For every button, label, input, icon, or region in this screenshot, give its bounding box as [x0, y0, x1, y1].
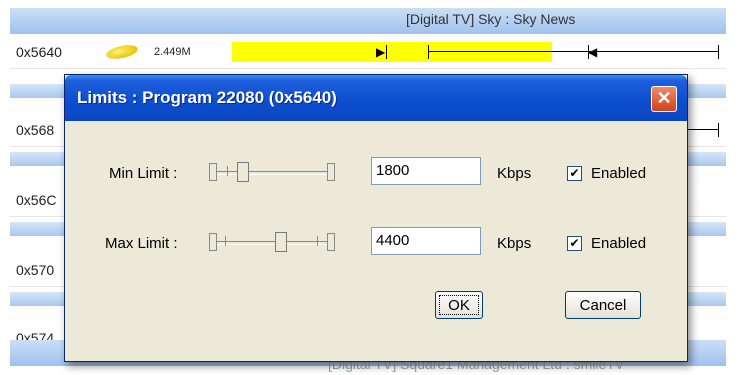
range-line	[428, 51, 718, 52]
max-tick	[718, 45, 719, 59]
min-limit-unit: Kbps	[497, 165, 532, 182]
dialog-body: Min Limit : 1800 Kbps ✔ Enabled Max Limi…	[65, 121, 687, 361]
slider-endcap	[327, 233, 335, 251]
pid-label: 0x5640	[16, 44, 62, 60]
close-icon: ✕	[656, 88, 672, 108]
max-enabled-checkbox[interactable]: ✔	[567, 236, 582, 251]
min-enabled-checkbox[interactable]: ✔	[567, 166, 582, 181]
bitrate-value: 2.449M	[154, 46, 191, 58]
ok-button[interactable]: OK	[435, 291, 483, 319]
dialog-titlebar[interactable]: Limits : Program 22080 (0x5640) ✕	[65, 75, 687, 121]
dialog-title: Limits : Program 22080 (0x5640)	[77, 88, 337, 107]
pid-label: 0x568	[16, 122, 55, 138]
slider-tick	[317, 236, 318, 246]
limit-marker-line	[588, 45, 589, 59]
slider-tick	[225, 236, 226, 246]
bitrate-bar	[232, 42, 552, 62]
max-limit-unit: Kbps	[497, 235, 532, 252]
channel-header-sky-news[interactable]: [Digital TV] Sky : Sky News	[10, 8, 726, 34]
close-button[interactable]: ✕	[651, 86, 677, 112]
bitrate-blob-icon	[105, 42, 139, 62]
min-limit-label: Min Limit :	[109, 165, 178, 182]
current-marker-icon: ▶	[376, 45, 386, 59]
min-tick	[428, 45, 429, 59]
limits-dialog: Limits : Program 22080 (0x5640) ✕ Min Li…	[64, 74, 688, 362]
slider-track	[213, 171, 331, 175]
max-enabled-label[interactable]: Enabled	[591, 235, 646, 252]
current-marker-line	[386, 45, 387, 59]
max-limit-input[interactable]: 4400	[371, 227, 481, 255]
max-limit-slider-thumb[interactable]	[275, 232, 287, 252]
pid-label: 0x570	[16, 262, 55, 278]
max-limit-slider[interactable]	[209, 231, 335, 253]
channel-header-label: [Digital TV] Sky : Sky News	[406, 11, 576, 27]
slider-endcap	[209, 233, 217, 251]
min-enabled-label[interactable]: Enabled	[591, 165, 646, 182]
slider-endcap	[327, 163, 335, 181]
limit-marker-icon: ◀	[588, 45, 598, 59]
pid-label: 0x56C	[16, 192, 57, 208]
slider-track	[213, 241, 331, 245]
min-limit-slider-thumb[interactable]	[237, 162, 249, 182]
slider-tick	[227, 166, 228, 176]
slider-endcap	[209, 163, 217, 181]
max-tick	[718, 123, 719, 137]
min-limit-input[interactable]: 1800	[371, 157, 481, 185]
min-limit-slider[interactable]	[209, 161, 335, 183]
max-limit-label: Max Limit :	[105, 235, 178, 252]
cancel-button[interactable]: Cancel	[565, 291, 641, 319]
list-item[interactable]: 0x5640 2.449M ▶ ◀	[10, 36, 726, 69]
